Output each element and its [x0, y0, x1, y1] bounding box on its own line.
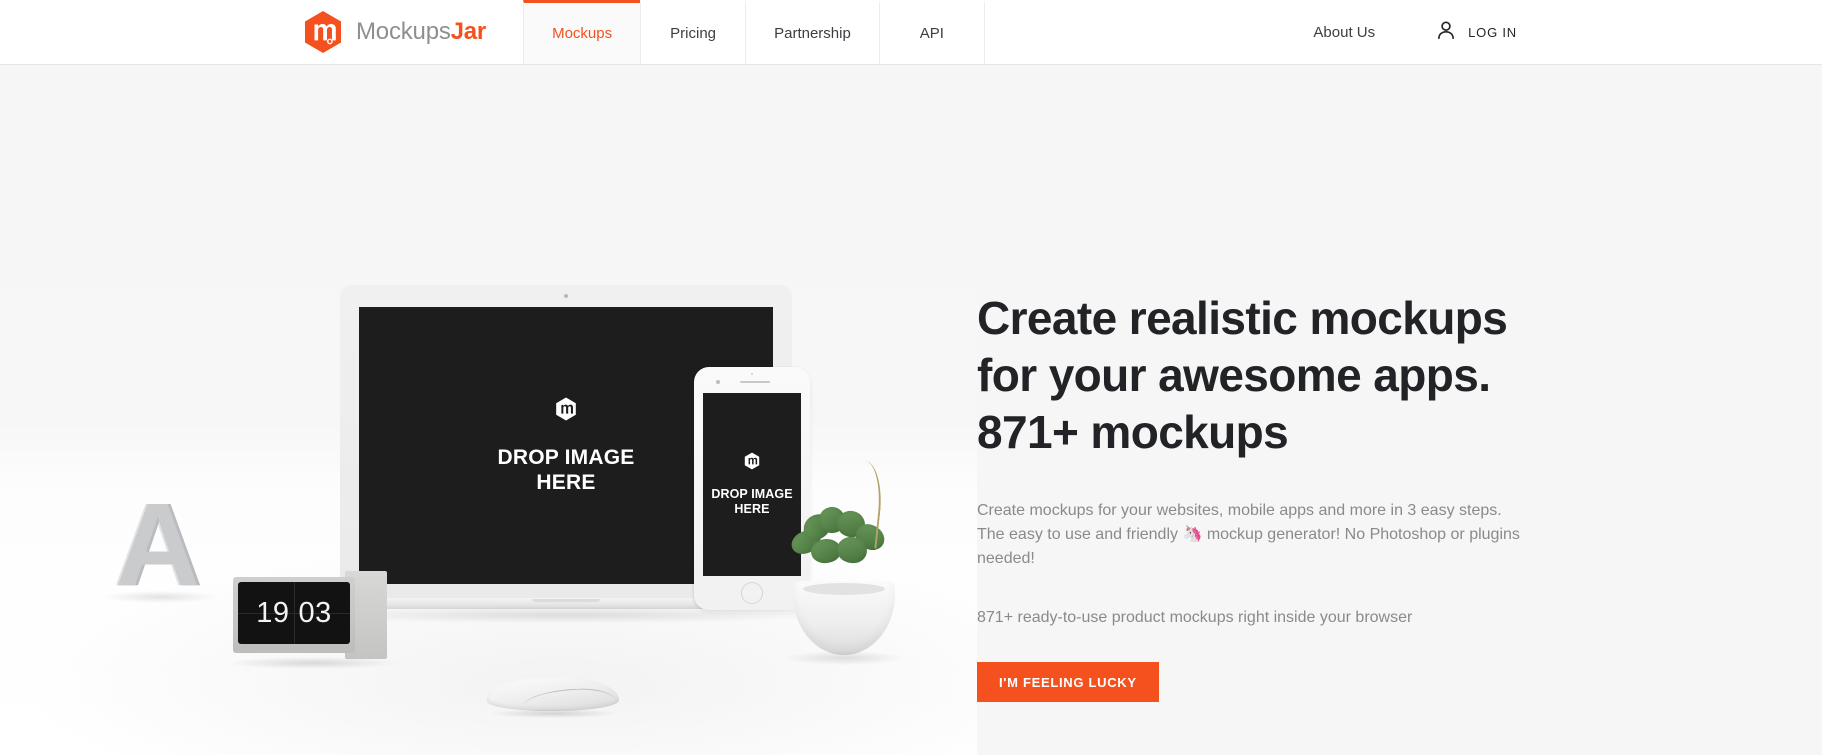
nav-item-pricing[interactable]: Pricing [640, 0, 747, 64]
hexagon-m-logo-icon [303, 10, 343, 54]
brand-name-accent: Jar [450, 18, 487, 45]
flip-clock-face: 19 03 [238, 582, 350, 644]
login-label: LOG IN [1468, 24, 1517, 40]
header-right-group: About Us LOG IN [1313, 0, 1822, 64]
plant-pot [793, 581, 895, 655]
laptop-camera-icon [564, 294, 568, 298]
feeling-lucky-button[interactable]: I'M FEELING LUCKY [977, 662, 1159, 702]
phone-sensor-icon [751, 373, 753, 375]
site-header: MockupsJar Mockups Pricing Partnership A… [0, 0, 1822, 65]
mouse-shadow [491, 709, 617, 718]
hexagon-m-logo-icon [555, 397, 577, 421]
hexagon-m-logo-icon [744, 452, 760, 470]
letter-a-glyph: A [115, 479, 201, 611]
hero-mockup-scene: A DROP IMAGE HERE DROP IMAGE HERE 19 03 [0, 65, 977, 755]
flip-clock-shadow [227, 657, 397, 669]
brand-name-primary: Mockups [356, 18, 451, 45]
phone-speaker-icon [740, 381, 770, 383]
nav-item-api[interactable]: API [878, 0, 985, 64]
laptop-notch [532, 599, 600, 602]
hero-title: Create realistic mockups for your awesom… [977, 292, 1508, 458]
flip-clock-prop: 19 03 [227, 571, 397, 669]
phone-camera-icon [716, 380, 720, 384]
hero-copy-block: Create realistic mockups for your awesom… [977, 290, 1577, 702]
user-icon [1435, 19, 1457, 46]
potted-plant-prop [785, 459, 903, 665]
computer-mouse-prop [487, 673, 619, 719]
brand-logo-link[interactable]: MockupsJar [0, 0, 524, 64]
hero-section: A DROP IMAGE HERE DROP IMAGE HERE 19 03 … [0, 65, 1822, 755]
unicorn-emoji-icon: 🦄 [1182, 526, 1203, 543]
phone-dropzone-line2: HERE [734, 502, 770, 516]
phone-dropzone-line1: DROP IMAGE [711, 487, 793, 501]
flip-clock-minutes: 03 [298, 596, 332, 629]
login-link[interactable]: LOG IN [1435, 19, 1517, 46]
laptop-dropzone-line1: DROP IMAGE [497, 445, 635, 469]
nav-item-about-us[interactable]: About Us [1313, 24, 1375, 41]
letter-a-shadow [105, 591, 217, 603]
nav-item-mockups[interactable]: Mockups [523, 0, 642, 64]
laptop-dropzone-line2: HERE [536, 470, 596, 494]
main-navigation: Mockups Pricing Partnership API [523, 0, 985, 64]
letter-a-prop: A [105, 479, 217, 611]
plant-shadow [785, 651, 903, 665]
hero-subtext: 871+ ready-to-use product mockups right … [977, 609, 1413, 626]
hero-description: Create mockups for your websites, mobile… [977, 499, 1522, 571]
brand-wordmark: MockupsJar [356, 20, 486, 44]
flip-clock-hours: 19 [256, 596, 290, 629]
phone-home-button-icon [741, 582, 763, 604]
flip-clock-body: 19 03 [233, 577, 355, 653]
nav-item-partnership[interactable]: Partnership [745, 0, 880, 64]
flip-clock-separator [294, 582, 295, 644]
plant-leaves [785, 459, 901, 577]
